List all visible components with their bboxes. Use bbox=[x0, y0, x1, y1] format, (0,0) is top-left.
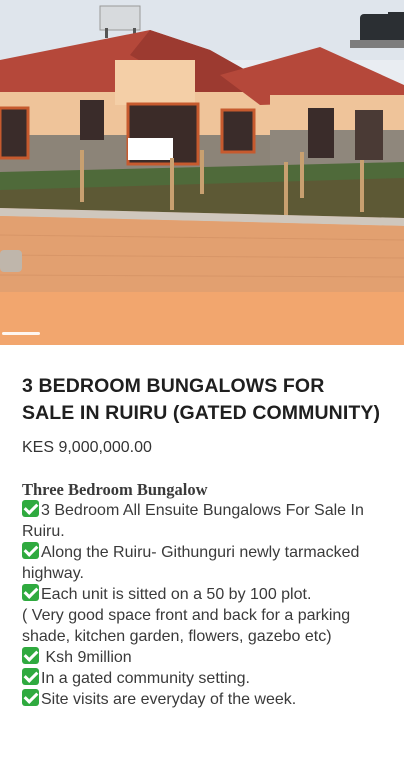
listing-price: KES 9,000,000.00 bbox=[22, 439, 152, 456]
listing-description: Three Bedroom Bungalow 3 Bedroom All Ens… bbox=[22, 479, 382, 710]
listing-photo[interactable] bbox=[0, 0, 404, 345]
description-line-text: Along the Ruiru- Githunguri newly tarmac… bbox=[22, 544, 360, 582]
description-line-text: Site visits are everyday of the week. bbox=[41, 691, 297, 708]
description-line: 3 Bedroom All Ensuite Bungalows For Sale… bbox=[22, 500, 382, 542]
description-line: Along the Ruiru- Githunguri newly tarmac… bbox=[22, 542, 382, 584]
description-line-text: ( Very good space front and back for a p… bbox=[22, 607, 351, 645]
description-line-text: 3 Bedroom All Ensuite Bungalows For Sale… bbox=[22, 502, 364, 540]
description-line: Site visits are everyday of the week. bbox=[22, 689, 382, 710]
check-mark-icon bbox=[22, 542, 39, 559]
check-mark-icon bbox=[22, 689, 39, 706]
listing-content: 3 BEDROOM BUNGALOWS FOR SALE IN RUIRU (G… bbox=[0, 373, 404, 710]
house-photo-illustration bbox=[0, 0, 404, 345]
description-line-text: Ksh 9million bbox=[41, 649, 132, 666]
description-lines: 3 Bedroom All Ensuite Bungalows For Sale… bbox=[22, 500, 382, 710]
description-line: Ksh 9million bbox=[22, 647, 382, 668]
description-line-text: In a gated community setting. bbox=[41, 670, 250, 687]
check-mark-icon bbox=[22, 668, 39, 685]
description-line: ( Very good space front and back for a p… bbox=[22, 605, 382, 647]
check-mark-icon bbox=[22, 647, 39, 664]
listing-title: 3 BEDROOM BUNGALOWS FOR SALE IN RUIRU (G… bbox=[22, 375, 381, 424]
photo-slider-indicator[interactable] bbox=[2, 332, 40, 335]
description-heading: Three Bedroom Bungalow bbox=[22, 480, 208, 499]
description-line-text: Each unit is sitted on a 50 by 100 plot. bbox=[41, 586, 312, 603]
check-mark-icon bbox=[22, 584, 39, 601]
description-line: In a gated community setting. bbox=[22, 668, 382, 689]
description-line: Each unit is sitted on a 50 by 100 plot. bbox=[22, 584, 382, 605]
check-mark-icon bbox=[22, 500, 39, 517]
